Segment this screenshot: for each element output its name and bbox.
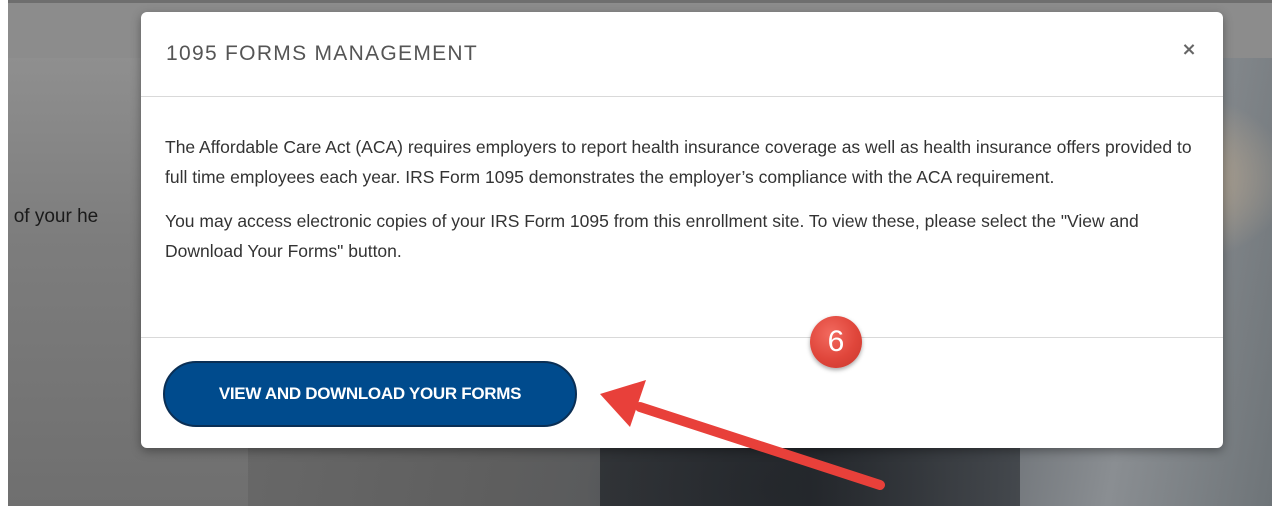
background-header-edge	[8, 0, 1272, 3]
modal-body-paragraph: You may access electronic copies of your…	[165, 211, 1139, 261]
background-hero-text: ll of your he	[0, 206, 99, 227]
view-download-forms-button[interactable]: VIEW AND DOWNLOAD YOUR FORMS	[163, 361, 577, 427]
forms-management-modal: 1095 FORMS MANAGEMENT × The Affordable C…	[141, 12, 1223, 448]
modal-header: 1095 FORMS MANAGEMENT ×	[141, 12, 1223, 97]
modal-title: 1095 FORMS MANAGEMENT	[166, 42, 479, 65]
step-number-badge: 6	[810, 316, 862, 368]
modal-footer: VIEW AND DOWNLOAD YOUR FORMS	[141, 337, 1223, 449]
modal-body-paragraph: The Affordable Care Act (ACA) requires e…	[165, 137, 1192, 187]
close-icon[interactable]: ×	[1179, 40, 1199, 60]
modal-body: The Affordable Care Act (ACA) requires e…	[165, 132, 1195, 280]
page-left-border	[0, 0, 8, 506]
